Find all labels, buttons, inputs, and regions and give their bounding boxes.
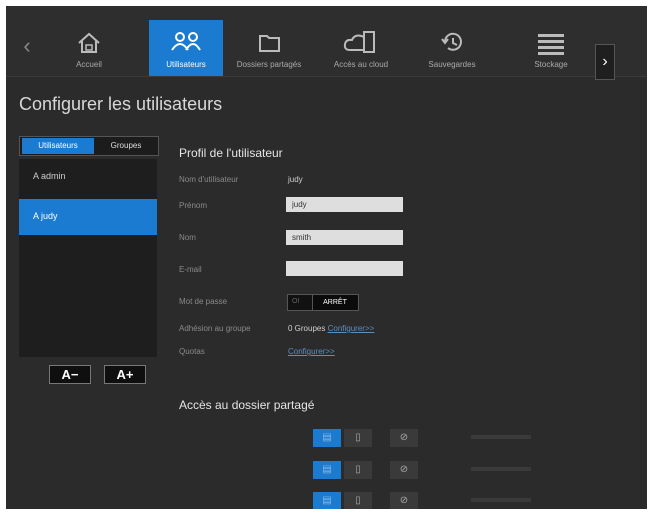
user-icon: A <box>33 171 39 181</box>
list-item-user-admin[interactable]: A admin <box>19 159 157 195</box>
share-status <box>471 498 531 502</box>
storage-icon <box>514 28 588 58</box>
nav-label: Utilisateurs <box>166 60 206 69</box>
password-toggle[interactable]: OI ARRÊT <box>287 294 359 311</box>
nav-label: Accueil <box>76 60 102 69</box>
username-value: judy <box>288 175 303 184</box>
nav-item-users[interactable]: Utilisateurs <box>149 20 223 76</box>
list-item-user-judy[interactable]: A judy <box>19 199 157 235</box>
user-group-tabs: Utilisateurs Groupes <box>19 136 159 156</box>
add-user-button[interactable]: A+ <box>104 365 146 384</box>
page-title: Configurer les utilisateurs <box>19 94 223 114</box>
configure-quotas-link[interactable]: Configurer>> <box>288 347 335 356</box>
share-row: ▤ ▯ ⊘ <box>179 429 531 447</box>
top-navigation: ‹ Accueil Utilisateurs Dossiers partagés… <box>6 6 647 80</box>
read-write-icon[interactable]: ▤ <box>313 429 341 447</box>
lastname-label: Nom <box>179 233 196 242</box>
quotas-label: Quotas <box>179 347 205 356</box>
read-only-icon[interactable]: ▯ <box>344 429 372 447</box>
username-label: Nom d'utilisateur <box>179 175 239 184</box>
user-label: judy <box>41 211 58 221</box>
nav-item-cloud-access[interactable]: Accès au cloud <box>324 20 398 76</box>
no-access-icon[interactable]: ⊘ <box>390 461 418 479</box>
read-write-icon[interactable]: ▤ <box>313 461 341 479</box>
home-icon <box>52 28 126 58</box>
folder-icon <box>232 28 306 58</box>
nav-prev-arrow[interactable]: ‹ <box>14 26 40 66</box>
toggle-off-label: ARRÊT <box>312 295 357 310</box>
read-only-icon[interactable]: ▯ <box>344 492 372 509</box>
nav-next-arrow[interactable]: › <box>595 44 615 80</box>
history-icon <box>415 28 489 58</box>
email-field[interactable] <box>286 261 403 276</box>
toggle-on-label: OI <box>292 298 300 305</box>
nav-label: Sauvegardes <box>428 60 476 69</box>
tab-groups[interactable]: Groupes <box>96 138 156 154</box>
app-frame: ‹ Accueil Utilisateurs Dossiers partagés… <box>6 6 647 509</box>
nav-item-storage[interactable]: Stockage <box>514 20 588 76</box>
firstname-field[interactable] <box>286 197 403 212</box>
group-membership-label: Adhésion au groupe <box>179 324 251 333</box>
group-count: 0 Groupes <box>288 324 326 333</box>
tab-users[interactable]: Utilisateurs <box>22 138 94 154</box>
read-write-icon[interactable]: ▤ <box>313 492 341 509</box>
profile-title: Profil de l'utilisateur <box>179 146 283 160</box>
email-label: E-mail <box>179 265 202 274</box>
configure-groups-link[interactable]: Configurer>> <box>328 324 375 333</box>
shared-access-title: Accès au dossier partagé <box>179 398 315 412</box>
share-name <box>187 465 297 473</box>
no-access-icon[interactable]: ⊘ <box>390 492 418 509</box>
user-list: A admin A judy <box>19 159 157 357</box>
nav-label: Stockage <box>534 60 568 69</box>
user-icon: A <box>33 211 39 221</box>
users-icon <box>149 28 223 58</box>
firstname-label: Prénom <box>179 201 208 210</box>
group-membership-value: 0 Groupes Configurer>> <box>288 324 374 333</box>
password-label: Mot de passe <box>179 297 228 306</box>
nav-label: Accès au cloud <box>333 60 389 69</box>
nav-item-home[interactable]: Accueil <box>52 20 126 76</box>
lastname-field[interactable] <box>286 230 403 245</box>
no-access-icon[interactable]: ⊘ <box>390 429 418 447</box>
nav-item-shared-folders[interactable]: Dossiers partagés <box>232 20 306 76</box>
share-status <box>471 467 531 471</box>
share-status <box>471 435 531 439</box>
user-label: admin <box>41 171 66 181</box>
read-only-icon[interactable]: ▯ <box>344 461 372 479</box>
share-name <box>187 433 297 441</box>
share-row: ▤ ▯ ⊘ <box>179 492 531 509</box>
share-name <box>187 496 297 504</box>
nav-label: Dossiers partagés <box>236 60 302 69</box>
cloud-device-icon <box>324 28 398 58</box>
nav-item-backups[interactable]: Sauvegardes <box>415 20 489 76</box>
share-row: ▤ ▯ ⊘ <box>179 461 531 479</box>
remove-user-button[interactable]: A− <box>49 365 91 384</box>
